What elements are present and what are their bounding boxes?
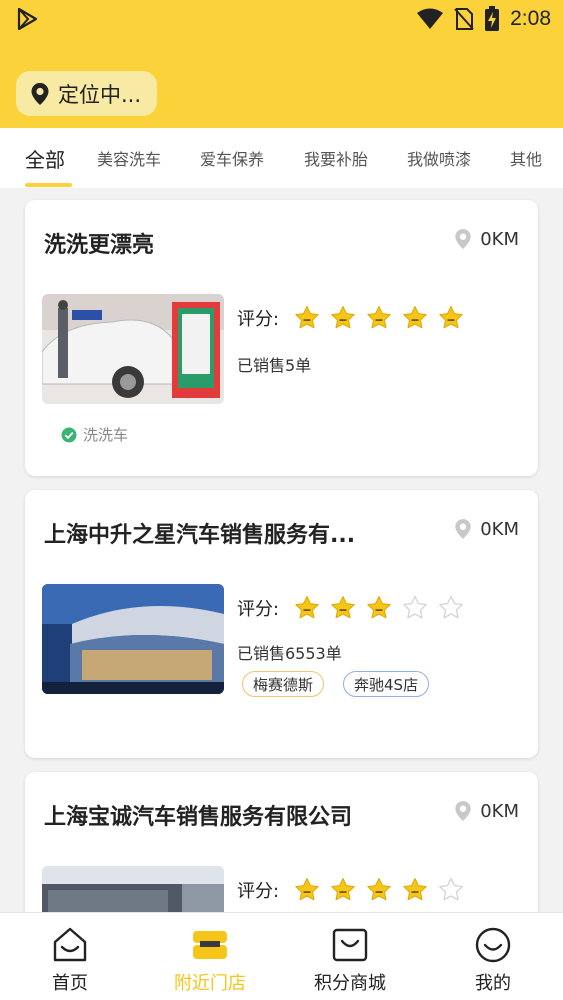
- star-filled-icon: [367, 306, 391, 329]
- star-filled-icon: [367, 878, 391, 901]
- star-filled-icon: [331, 596, 355, 619]
- nav-label: 首页: [52, 973, 88, 994]
- shop-name: 上海中升之星汽车销售服务有...: [44, 523, 356, 548]
- star-rating: [293, 304, 473, 332]
- nav-nearby-stores[interactable]: 附近门店: [140, 913, 280, 1000]
- star-filled-icon: [331, 306, 355, 329]
- star-empty-icon: [439, 595, 463, 619]
- play-store-icon: [17, 7, 38, 31]
- tab-paint[interactable]: 我做喷漆: [407, 128, 471, 188]
- location-pin-icon: [455, 801, 471, 821]
- profile-icon: [475, 927, 511, 963]
- location-pin-icon: [455, 519, 471, 539]
- header: 2:08 定位中...: [0, 0, 563, 128]
- rating: 评分:: [237, 876, 473, 904]
- store-icon: [193, 931, 227, 959]
- star-rating: [293, 876, 473, 904]
- star-filled-icon: [295, 306, 319, 329]
- star-rating: [293, 594, 473, 622]
- distance-label: 0KM: [480, 800, 519, 822]
- nav-label: 附近门店: [174, 973, 246, 994]
- tab-beauty-wash[interactable]: 美容洗车: [97, 128, 161, 188]
- rating: 评分:: [237, 304, 473, 332]
- mall-icon: [332, 928, 368, 962]
- tab-maintenance[interactable]: 爱车保养: [200, 128, 264, 188]
- tab-other[interactable]: 其他: [510, 128, 542, 188]
- wifi-icon: [417, 8, 444, 29]
- rating-label: 评分:: [237, 881, 280, 902]
- home-icon: [53, 927, 87, 962]
- star-filled-icon: [295, 878, 319, 901]
- sold-count: 已销售6553单: [237, 644, 342, 663]
- tab-indicator: [25, 183, 72, 187]
- nav-home[interactable]: 首页: [0, 913, 140, 1000]
- location-pin-icon: [455, 229, 471, 249]
- rating-label: 评分:: [237, 309, 280, 330]
- shop-name: 洗洗更漂亮: [44, 233, 155, 258]
- shop-card[interactable]: 上海中升之星汽车销售服务有... 0KM 评分: 已销售6553单 梅赛德斯 奔…: [25, 490, 538, 758]
- shop-tag: 梅赛德斯: [242, 671, 325, 697]
- distance-label: 0KM: [480, 228, 519, 250]
- star-filled-icon: [403, 878, 427, 901]
- rating-label: 评分:: [237, 599, 280, 620]
- shop-card[interactable]: 洗洗更漂亮 0KM 评分: 已销售5单 洗洗车: [25, 200, 538, 476]
- distance: 0KM: [454, 228, 519, 250]
- star-filled-icon: [331, 878, 355, 901]
- shop-image: [42, 294, 224, 404]
- bottom-nav: 首页 附近门店 积分商城 我的: [0, 912, 563, 1000]
- service-item: 洗洗车: [61, 424, 128, 445]
- location-button[interactable]: 定位中...: [16, 71, 158, 116]
- star-filled-icon: [295, 596, 319, 619]
- nav-profile[interactable]: 我的: [423, 913, 563, 1000]
- status-bar: 2:08: [0, 0, 563, 36]
- distance-label: 0KM: [480, 518, 519, 540]
- service-label: 洗洗车: [83, 426, 129, 444]
- battery-charging-icon: [485, 6, 500, 31]
- star-filled-icon: [367, 596, 391, 619]
- distance: 0KM: [454, 800, 519, 822]
- shop-name: 上海宝诚汽车销售服务有限公司: [44, 805, 353, 830]
- distance: 0KM: [454, 518, 519, 540]
- star-filled-icon: [403, 306, 427, 329]
- check-circle-icon: [61, 427, 77, 442]
- tab-all[interactable]: 全部: [25, 128, 65, 188]
- location-pin-icon: [31, 82, 49, 105]
- status-time: 2:08: [510, 7, 551, 30]
- rating: 评分:: [237, 594, 473, 622]
- tab-tire-repair[interactable]: 我要补胎: [304, 128, 368, 188]
- nav-label: 积分商城: [314, 973, 386, 994]
- category-tabs: 全部 美容洗车 爱车保养 我要补胎 我做喷漆 其他: [0, 128, 563, 188]
- location-label: 定位中...: [58, 82, 142, 107]
- star-empty-icon: [403, 595, 427, 619]
- shop-tag: 奔驰4S店: [343, 671, 430, 697]
- sold-count: 已销售5单: [237, 356, 312, 375]
- nav-label: 我的: [475, 973, 511, 994]
- no-sim-icon: [454, 8, 474, 30]
- star-empty-icon: [439, 877, 463, 901]
- shop-image: [42, 584, 224, 694]
- star-filled-icon: [439, 306, 463, 329]
- nav-points-mall[interactable]: 积分商城: [280, 913, 420, 1000]
